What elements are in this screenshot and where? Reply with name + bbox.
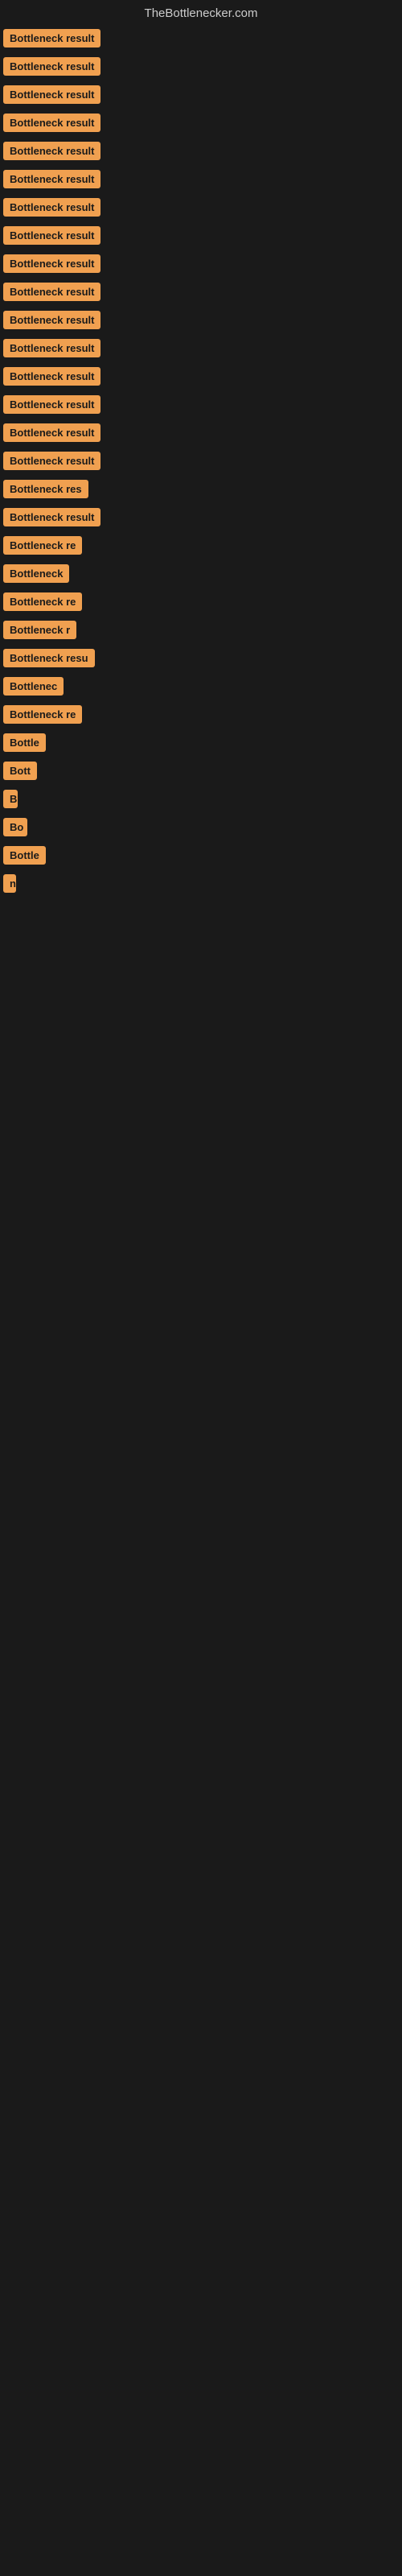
list-item[interactable]: Bottleneck result	[0, 80, 402, 109]
bottleneck-badge: Bottleneck re	[3, 592, 82, 611]
bottleneck-badge: Bottleneck result	[3, 57, 100, 76]
bottleneck-badge: Bottleneck result	[3, 198, 100, 217]
list-item[interactable]: Bottleneck result	[0, 334, 402, 362]
bottleneck-badge: Bottlenec	[3, 677, 64, 696]
bottleneck-badge: Bott	[3, 762, 37, 780]
bottleneck-badge: Bottleneck resu	[3, 649, 95, 667]
bottleneck-badge: Bottle	[3, 733, 46, 752]
list-item[interactable]: Bottle	[0, 729, 402, 757]
site-title: TheBottlenecker.com	[145, 6, 258, 20]
bottleneck-badge: Bottleneck result	[3, 85, 100, 104]
list-item[interactable]: Bottleneck result	[0, 193, 402, 221]
site-header: TheBottlenecker.com	[0, 0, 402, 24]
bottleneck-badge: Bottleneck result	[3, 142, 100, 160]
items-container: Bottleneck result Bottleneck result Bottle…	[0, 24, 402, 978]
list-item[interactable]: Bottleneck result	[0, 250, 402, 278]
list-item[interactable]: Bottleneck res	[0, 475, 402, 503]
list-item[interactable]: Bottleneck result	[0, 52, 402, 80]
bottleneck-badge: Bottleneck result	[3, 452, 100, 470]
bottleneck-badge: Bottleneck result	[3, 508, 100, 526]
bottleneck-badge: Bottleneck result	[3, 170, 100, 188]
list-item[interactable]: B	[0, 785, 402, 813]
list-item[interactable]: Bottleneck result	[0, 137, 402, 165]
bottleneck-badge: n	[3, 874, 16, 893]
bottleneck-badge: Bottleneck result	[3, 423, 100, 442]
bottleneck-badge: Bottleneck re	[3, 536, 82, 555]
list-item[interactable]: Bottleneck	[0, 559, 402, 588]
list-item[interactable]: Bo	[0, 813, 402, 841]
bottleneck-badge: Bottleneck re	[3, 705, 82, 724]
bottleneck-badge: Bottleneck res	[3, 480, 88, 498]
list-item[interactable]: Bottleneck result	[0, 447, 402, 475]
list-item[interactable]: Bottleneck result	[0, 165, 402, 193]
list-item[interactable]: Bottleneck result	[0, 221, 402, 250]
bottleneck-badge: Bottleneck result	[3, 311, 100, 329]
list-item[interactable]: Bottleneck result	[0, 419, 402, 447]
bottleneck-badge: B	[3, 790, 18, 808]
bottleneck-badge: Bo	[3, 818, 27, 836]
list-item[interactable]: Bottleneck r	[0, 616, 402, 644]
bottleneck-badge: Bottleneck result	[3, 226, 100, 245]
list-item[interactable]: n	[0, 869, 402, 898]
list-item[interactable]: Bottleneck result	[0, 306, 402, 334]
bottleneck-badge: Bottleneck result	[3, 283, 100, 301]
bottleneck-badge: Bottleneck result	[3, 254, 100, 273]
bottleneck-badge: Bottleneck result	[3, 114, 100, 132]
list-item[interactable]: Bottleneck result	[0, 278, 402, 306]
bottleneck-badge: Bottleneck result	[3, 367, 100, 386]
bottleneck-badge: Bottleneck result	[3, 395, 100, 414]
list-item[interactable]: Bottleneck result	[0, 362, 402, 390]
list-item[interactable]: Bottleneck re	[0, 588, 402, 616]
bottleneck-badge: Bottleneck result	[3, 339, 100, 357]
list-item[interactable]: Bottle	[0, 841, 402, 869]
list-item[interactable]: Bottleneck resu	[0, 644, 402, 672]
list-item[interactable]: Bottleneck re	[0, 700, 402, 729]
bottleneck-badge: Bottleneck	[3, 564, 69, 583]
list-item[interactable]: Bottleneck result	[0, 24, 402, 52]
bottleneck-badge: Bottleneck result	[3, 29, 100, 47]
bottleneck-badge: Bottle	[3, 846, 46, 865]
list-item[interactable]: Bottlenec	[0, 672, 402, 700]
list-item[interactable]: Bottleneck re	[0, 531, 402, 559]
list-item[interactable]: Bottleneck result	[0, 390, 402, 419]
list-item[interactable]: Bottleneck result	[0, 503, 402, 531]
bottleneck-badge: Bottleneck r	[3, 621, 76, 639]
list-item[interactable]: Bottleneck result	[0, 109, 402, 137]
list-item[interactable]: Bott	[0, 757, 402, 785]
